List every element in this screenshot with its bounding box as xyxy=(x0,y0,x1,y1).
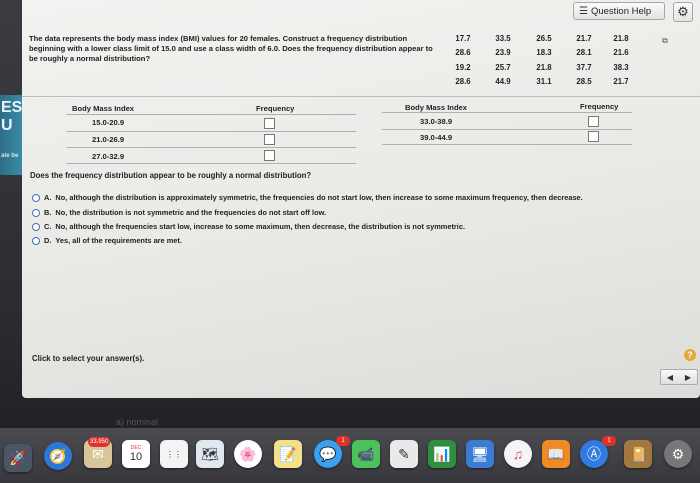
photos-flower-icon[interactable]: 🌸 xyxy=(234,440,262,468)
data-value: 31.1 xyxy=(536,77,552,86)
bin-label: 39.0-44.9 xyxy=(420,133,453,142)
radio-icon[interactable] xyxy=(32,193,40,202)
answer-option-c[interactable]: C. No, although the frequencies start lo… xyxy=(32,222,465,231)
table-line xyxy=(382,144,632,145)
radio-icon[interactable] xyxy=(32,222,40,231)
frequency-input[interactable] xyxy=(588,131,599,142)
left-edge-text-2: U xyxy=(1,117,13,134)
bin-label: 27.0-32.9 xyxy=(92,152,125,161)
option-text: No, although the frequencies start low, … xyxy=(55,222,465,231)
table-line xyxy=(66,163,356,164)
background-window-left: ES U ate be xyxy=(0,95,22,175)
frequency-input[interactable] xyxy=(588,116,599,127)
frequency-input[interactable] xyxy=(264,118,275,129)
problem-prompt: The data represents the body mass index … xyxy=(29,34,433,63)
table-line xyxy=(66,147,356,148)
safari-compass-icon[interactable]: 🧭 xyxy=(44,442,72,470)
question-panel: ☰ Question Help ⚙ The data represents th… xyxy=(22,0,700,398)
click-instruction: Click to select your answer(s). xyxy=(32,354,145,363)
question-navigation: ◀ ▶ xyxy=(660,369,698,385)
data-value: 44.9 xyxy=(495,77,511,86)
next-arrow-icon[interactable]: ▶ xyxy=(685,373,691,382)
data-value: 21.7 xyxy=(613,77,629,86)
data-value: 21.7 xyxy=(576,34,592,43)
bin-label: 15.0-20.9 xyxy=(92,118,125,127)
radio-icon[interactable] xyxy=(32,236,40,245)
keynote-icon[interactable]: 🖥 xyxy=(466,440,494,468)
left-edge-text-3: ate be xyxy=(1,153,19,159)
calendar-day: 10 xyxy=(129,451,143,463)
frequency-input[interactable] xyxy=(264,134,275,145)
messages-badge: 1 xyxy=(336,436,350,446)
data-value: 17.7 xyxy=(455,34,471,43)
frequency-input[interactable] xyxy=(264,150,275,161)
answer-option-a[interactable]: A. No, although the distribution is appr… xyxy=(32,193,583,202)
answer-option-b[interactable]: B. No, the distribution is not symmetric… xyxy=(32,208,326,217)
data-value: 23.9 xyxy=(495,48,511,57)
option-letter: D. xyxy=(44,236,52,245)
table-line xyxy=(382,112,632,113)
table-line xyxy=(382,129,632,130)
dock: 🚀 🧭 ✉ 33,950 DEC 10 ⋮⋮ 🗺 🌸 📝 💬 1 📹 ✎ 📊 🖥… xyxy=(0,428,700,483)
pages-icon[interactable]: ✎ xyxy=(390,440,418,468)
bin-label: 33.0-38.9 xyxy=(420,117,453,126)
data-value: 19.2 xyxy=(455,63,471,72)
facetime-icon[interactable]: 📹 xyxy=(352,440,380,468)
option-text: Yes, all of the requirements are met. xyxy=(55,236,182,245)
left-header-frequency: Frequency xyxy=(256,104,295,113)
help-icon[interactable]: ? xyxy=(684,349,696,361)
option-letter: B. xyxy=(44,208,52,217)
notes-icon[interactable]: 📝 xyxy=(274,440,302,468)
data-value: 33.5 xyxy=(495,34,511,43)
screen: ES U ate be EW lin SH ☰ Question Help ⚙ … xyxy=(0,0,700,483)
app-store-badge: 1 xyxy=(602,436,616,446)
data-value: 26.5 xyxy=(536,34,552,43)
books-icon[interactable]: 📖 xyxy=(542,440,570,468)
contacts-book-icon[interactable]: 📔 xyxy=(624,440,652,468)
data-value: 28.6 xyxy=(455,77,471,86)
data-value: 28.6 xyxy=(455,48,471,57)
data-value: 25.7 xyxy=(495,63,511,72)
launchpad-rocket-icon[interactable]: 🚀 xyxy=(4,444,32,472)
radio-icon[interactable] xyxy=(32,208,40,217)
option-letter: C. xyxy=(44,222,52,231)
question-help-button[interactable]: ☰ Question Help xyxy=(573,2,665,20)
right-header-frequency: Frequency xyxy=(580,102,619,111)
table-line xyxy=(66,114,356,115)
question-text: Does the frequency distribution appear t… xyxy=(30,171,312,180)
option-text: No, the distribution is not symmetric an… xyxy=(55,208,327,217)
question-help-label: Question Help xyxy=(590,5,652,17)
data-value: 18.3 xyxy=(536,48,552,57)
music-note-icon[interactable]: ♫ xyxy=(504,440,532,468)
left-edge-text-1: ES xyxy=(1,99,23,116)
data-value: 21.8 xyxy=(536,63,552,72)
numbers-chart-icon[interactable]: 📊 xyxy=(428,440,456,468)
copy-data-icon[interactable]: ⧉ xyxy=(662,36,668,46)
table-line xyxy=(66,131,356,132)
system-preferences-gear-icon[interactable]: ⚙ xyxy=(664,440,692,468)
background-text: a) nominal xyxy=(116,417,159,427)
option-text: No, although the distribution is approxi… xyxy=(55,193,583,202)
gear-icon[interactable]: ⚙ xyxy=(673,2,693,22)
bin-label: 21.0-26.9 xyxy=(92,135,125,144)
reminders-icon[interactable]: ⋮⋮ xyxy=(160,440,188,468)
list-icon: ☰ xyxy=(579,5,588,17)
mail-badge: 33,950 xyxy=(88,437,111,447)
data-value: 38.3 xyxy=(613,63,629,72)
right-header-bmi: Body Mass Index xyxy=(405,103,468,112)
option-letter: A. xyxy=(44,193,52,202)
maps-icon[interactable]: 🗺 xyxy=(196,440,224,468)
divider xyxy=(22,96,700,97)
left-header-bmi: Body Mass Index xyxy=(72,104,135,113)
data-value: 28.5 xyxy=(576,77,592,86)
data-value: 28.1 xyxy=(576,48,592,57)
answer-option-d[interactable]: D. Yes, all of the requirements are met. xyxy=(32,236,182,245)
data-value: 21.6 xyxy=(613,48,629,57)
data-value: 37.7 xyxy=(576,63,592,72)
calendar-icon[interactable]: DEC 10 xyxy=(122,440,150,468)
previous-arrow-icon[interactable]: ◀ xyxy=(667,373,673,382)
data-value: 21.8 xyxy=(613,34,629,43)
